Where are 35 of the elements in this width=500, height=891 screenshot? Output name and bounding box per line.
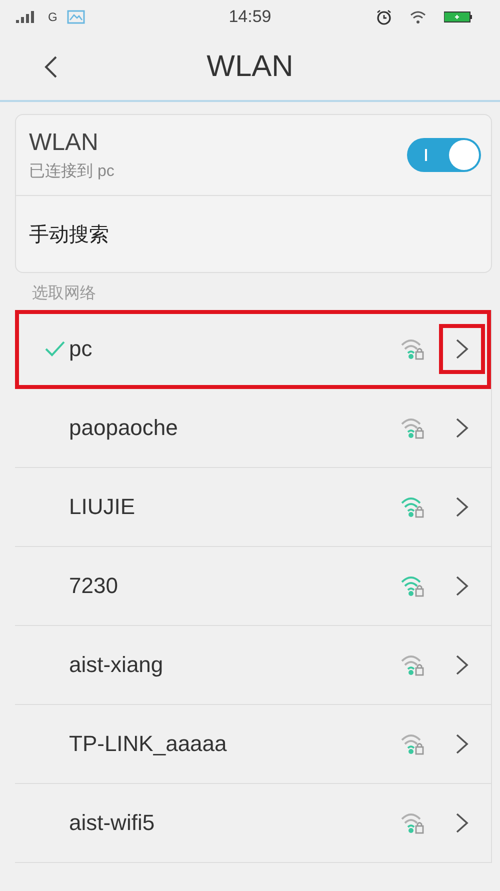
network-name: paopaoche xyxy=(69,415,179,441)
chevron-icon xyxy=(455,654,469,676)
details-button[interactable] xyxy=(439,324,485,374)
network-row[interactable]: pc xyxy=(15,310,491,389)
network-name: aist-xiang xyxy=(69,652,164,678)
network-name: pc xyxy=(69,336,94,362)
network-row[interactable]: LIUJIE xyxy=(15,468,491,547)
manual-search-button[interactable]: 手动搜索 xyxy=(29,220,109,248)
network-name: LIUJIE xyxy=(69,494,136,520)
wifi-icon xyxy=(410,10,426,24)
network-row[interactable]: paopaoche xyxy=(15,389,491,468)
chevron-icon xyxy=(455,812,469,834)
status-time: 14:59 xyxy=(228,7,272,27)
network-name: aist-wifi5 xyxy=(69,810,156,836)
wlan-toggle[interactable] xyxy=(407,138,481,172)
chevron-icon xyxy=(455,733,469,755)
network-name: TP-LINK_aaaaa xyxy=(69,731,228,757)
back-icon xyxy=(44,55,58,79)
network-name: 7230 xyxy=(69,573,119,599)
network-row[interactable]: aist-wifi5 xyxy=(15,784,491,863)
image-icon xyxy=(67,10,86,24)
chevron-icon xyxy=(455,338,469,360)
battery-icon xyxy=(444,11,472,23)
chevron-icon xyxy=(455,496,469,518)
wlan-label: WLAN xyxy=(29,128,100,156)
chevron-icon xyxy=(455,417,469,439)
network-row[interactable]: TP-LINK_aaaaa xyxy=(15,705,491,784)
section-label: 选取网络 xyxy=(32,284,97,304)
network-row[interactable]: aist-xiang xyxy=(15,626,491,705)
page-title: WLAN xyxy=(206,50,294,84)
chevron-icon xyxy=(455,575,469,597)
network-type: G xyxy=(48,10,58,24)
connection-status: 已连接到 pc xyxy=(29,162,114,182)
alarm-icon xyxy=(376,9,392,25)
network-row[interactable]: 7230 xyxy=(15,547,491,626)
